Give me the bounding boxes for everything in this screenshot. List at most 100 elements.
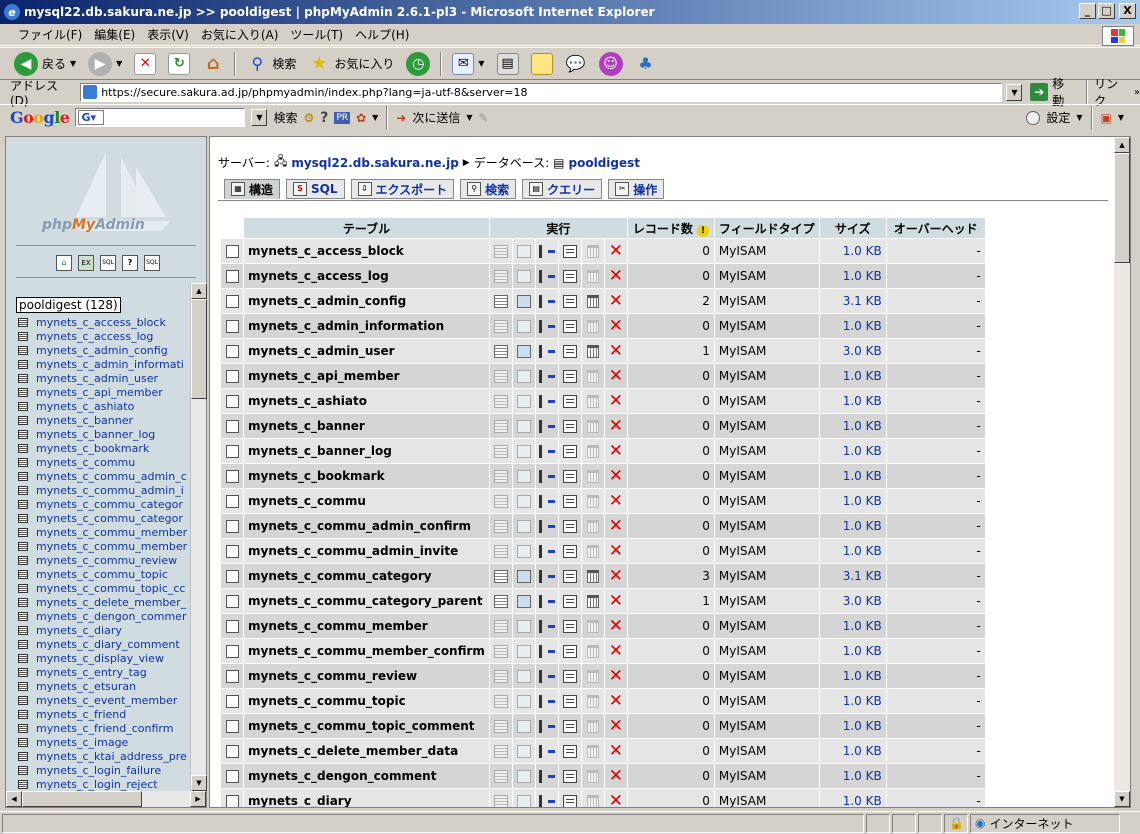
insert-action[interactable] <box>535 389 558 413</box>
sidebar-table-link[interactable]: mynets_c_etsuran <box>14 679 197 693</box>
table-size[interactable]: 1.0 KB <box>819 389 886 413</box>
browse-action[interactable] <box>489 764 512 788</box>
back-button[interactable]: ◀ 戻る ▼ <box>10 50 80 78</box>
table-browse-icon[interactable] <box>18 681 28 691</box>
insert-action[interactable] <box>535 489 558 513</box>
table-browse-icon[interactable] <box>18 485 28 495</box>
table-browse-icon[interactable] <box>18 751 28 761</box>
select-action[interactable] <box>512 264 535 288</box>
google-options-icon[interactable]: ⚙ <box>303 111 314 125</box>
empty-action[interactable] <box>581 339 604 363</box>
browse-action[interactable] <box>489 364 512 388</box>
stop-button[interactable]: ✕ <box>130 50 160 78</box>
empty-action[interactable] <box>581 514 604 538</box>
browse-action[interactable] <box>489 714 512 738</box>
messenger-button[interactable]: ☺ <box>595 50 627 78</box>
select-action[interactable] <box>512 364 535 388</box>
menu-help[interactable]: ヘルプ(H) <box>349 26 415 43</box>
empty-action[interactable] <box>581 314 604 338</box>
sidebar-table-link[interactable]: mynets_c_commu_member <box>14 525 197 539</box>
insert-action[interactable] <box>535 664 558 688</box>
browse-action[interactable] <box>489 589 512 613</box>
sidebar-table-link[interactable]: mynets_c_commu_review <box>14 553 197 567</box>
properties-action[interactable] <box>558 764 581 788</box>
properties-action[interactable] <box>558 639 581 663</box>
empty-action[interactable] <box>581 239 604 263</box>
select-action[interactable] <box>512 739 535 763</box>
table-browse-icon[interactable] <box>18 513 28 523</box>
sidebar-table-link[interactable]: mynets_c_api_member <box>14 385 197 399</box>
hscroll-thumb[interactable] <box>22 791 142 807</box>
sidebar-table-link[interactable]: mynets_c_banner_log <box>14 427 197 441</box>
search-button[interactable]: ⚲ 検索 <box>242 50 300 78</box>
properties-action[interactable] <box>558 339 581 363</box>
table-size[interactable]: 1.0 KB <box>819 639 886 663</box>
browse-action[interactable] <box>489 414 512 438</box>
table-size[interactable]: 1.0 KB <box>819 414 886 438</box>
insert-action[interactable] <box>535 639 558 663</box>
browse-action[interactable] <box>489 389 512 413</box>
select-action[interactable] <box>512 464 535 488</box>
table-browse-icon[interactable] <box>18 415 28 425</box>
properties-action[interactable] <box>558 714 581 738</box>
table-size[interactable]: 1.0 KB <box>819 439 886 463</box>
sidebar-table-link[interactable]: mynets_c_commu_categor <box>14 497 197 511</box>
browse-action[interactable] <box>489 614 512 638</box>
insert-action[interactable] <box>535 514 558 538</box>
row-checkbox[interactable] <box>221 339 243 363</box>
table-browse-icon[interactable] <box>18 625 28 635</box>
google-search-input[interactable]: G▾ <box>75 108 246 127</box>
row-checkbox[interactable] <box>221 514 243 538</box>
table-size[interactable]: 1.0 KB <box>819 364 886 388</box>
database-link[interactable]: pooldigest (128) <box>16 297 121 313</box>
empty-action[interactable] <box>581 739 604 763</box>
pagerank-icon[interactable]: PR <box>334 111 351 124</box>
home-button[interactable]: ⌂ <box>198 50 228 78</box>
maximize-button[interactable]: □ <box>1098 3 1115 19</box>
database-crumb-link[interactable]: pooldigest <box>569 156 641 170</box>
home-icon[interactable]: ⌂ <box>56 255 72 271</box>
insert-action[interactable] <box>535 264 558 288</box>
row-checkbox[interactable] <box>221 414 243 438</box>
table-browse-icon[interactable] <box>18 597 28 607</box>
insert-action[interactable] <box>535 764 558 788</box>
sidebar-table-link[interactable]: mynets_c_entry_tag <box>14 665 197 679</box>
left-vertical-scrollbar[interactable]: ▲ ▼ <box>190 283 207 791</box>
drop-action[interactable]: ✕ <box>604 689 627 713</box>
send-to-button[interactable]: 次に送信 <box>412 109 460 126</box>
row-checkbox[interactable] <box>221 439 243 463</box>
sidebar-table-link[interactable]: mynets_c_commu_admin_c <box>14 469 197 483</box>
minimize-button[interactable]: _ <box>1079 3 1096 19</box>
table-size[interactable]: 1.0 KB <box>819 489 886 513</box>
browse-action[interactable] <box>489 289 512 313</box>
browse-action[interactable] <box>489 689 512 713</box>
edit-button[interactable] <box>527 50 557 78</box>
drop-action[interactable]: ✕ <box>604 614 627 638</box>
row-checkbox[interactable] <box>221 564 243 588</box>
properties-action[interactable] <box>558 289 581 313</box>
select-action[interactable] <box>512 314 535 338</box>
drop-action[interactable]: ✕ <box>604 439 627 463</box>
select-action[interactable] <box>512 714 535 738</box>
tab-operations[interactable]: ✂ 操作 <box>608 179 665 199</box>
table-size[interactable]: 1.0 KB <box>819 514 886 538</box>
browse-action[interactable] <box>489 639 512 663</box>
insert-action[interactable] <box>535 239 558 263</box>
sql-query-icon[interactable]: SQL <box>100 255 116 271</box>
sidebar-table-link[interactable]: mynets_c_access_block <box>14 315 197 329</box>
drop-action[interactable]: ✕ <box>604 489 627 513</box>
tab-sql[interactable]: S SQL <box>286 179 345 199</box>
row-checkbox[interactable] <box>221 639 243 663</box>
scroll-right-button[interactable]: ▶ <box>190 791 206 807</box>
properties-action[interactable] <box>558 589 581 613</box>
browse-action[interactable] <box>489 339 512 363</box>
row-checkbox[interactable] <box>221 689 243 713</box>
properties-action[interactable] <box>558 389 581 413</box>
table-size[interactable]: 1.0 KB <box>819 739 886 763</box>
drop-action[interactable]: ✕ <box>604 589 627 613</box>
sidebar-table-link[interactable]: mynets_c_commu_topic <box>14 567 197 581</box>
table-browse-icon[interactable] <box>18 359 28 369</box>
contacts-button[interactable]: ♣ <box>631 50 661 78</box>
tab-query[interactable]: ▤ クエリー <box>522 179 603 199</box>
menu-edit[interactable]: 編集(E) <box>88 26 141 43</box>
